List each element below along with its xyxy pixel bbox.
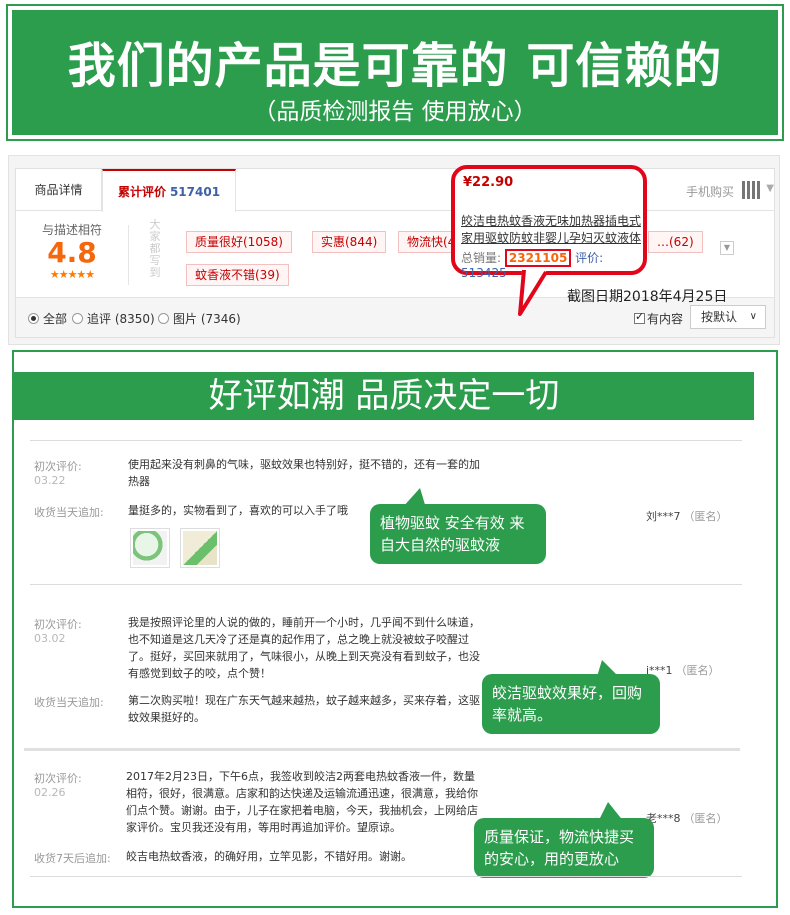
photo-image xyxy=(183,531,217,565)
reviews-section: 好评如潮 品质决定一切 初次评价: 03.22 使用起来没有刺鼻的气味，驱蚊效果… xyxy=(12,350,778,908)
highlight-bubble: 质量保证，物流快捷买的安心，用的更放心 xyxy=(474,818,654,878)
radio-icon xyxy=(28,313,39,324)
first-review-date: 03.02 xyxy=(34,632,66,645)
review-label: 评价: xyxy=(575,251,604,265)
review-text: 使用起来没有刺鼻的气味，驱蚊效果也特别好，挺不错的，还有一套的加热器 xyxy=(128,458,480,488)
review-screenshot: 商品详情 累计评价 517401 手机购买 ▼ 与描述相符 4.8 ★★★★★ 大… xyxy=(8,155,780,345)
first-review-date: 03.22 xyxy=(34,474,66,487)
filter-followup[interactable]: 追评 (8350) xyxy=(72,310,155,327)
review-text: 2017年2月23日，下午6点，我签收到皎洁2两套电热蚊香液一件，数量相符，很好… xyxy=(126,770,478,834)
followup-label: 收货7天后追加: xyxy=(34,852,111,865)
rating-stars-icon: ★★★★★ xyxy=(49,268,95,281)
reviews-header: 好评如潮 品质决定一切 xyxy=(14,372,754,420)
rating-summary: 与描述相符 4.8 ★★★★★ xyxy=(16,211,128,297)
photo-image xyxy=(133,531,167,565)
impressions-label: 大家都写到 xyxy=(149,218,161,279)
review-count: 517401 xyxy=(169,185,221,199)
has-content-checkbox[interactable]: 有内容 xyxy=(634,310,683,327)
banner-title: 我们的产品是可靠的 可信赖的 xyxy=(67,38,723,94)
screenshot-date: 截图日期2018年4月25日 xyxy=(567,289,728,305)
qr-code-icon[interactable] xyxy=(742,181,760,199)
chevron-down-icon: ∨ xyxy=(749,311,757,322)
callout-tail xyxy=(518,268,548,316)
product-name-link[interactable]: 皎洁电热蚊香液无味加热器插电式家用驱蚊防蚊非婴儿孕妇灭蚊液体 xyxy=(461,213,645,247)
sort-label: 按默认 xyxy=(701,310,738,324)
banner-background: 我们的产品是可靠的 可信赖的 （品质检测报告 使用放心） xyxy=(12,10,778,135)
review-photo[interactable] xyxy=(180,528,220,568)
first-review-label: 初次评价: xyxy=(34,772,82,785)
review-photo[interactable] xyxy=(130,528,170,568)
reviewer-name: 刘***7 xyxy=(646,510,681,523)
product-callout: ¥22.90 皎洁电热蚊香液无味加热器插电式家用驱蚊防蚊非婴儿孕妇灭蚊液体 总销… xyxy=(451,165,647,280)
bubble-tail xyxy=(598,802,624,822)
anonymous-badge: （匿名） xyxy=(675,664,720,677)
highlight-bubble: 植物驱蚊 安全有效 来自大自然的驱蚊液 xyxy=(370,504,546,564)
radio-icon xyxy=(158,313,169,324)
review-value: 513425 xyxy=(461,266,507,280)
impression-tag[interactable]: 蚊香液不错(39) xyxy=(186,264,289,286)
reviewer: 老***8 （匿名） xyxy=(646,810,728,826)
followup-label: 收货当天追加: xyxy=(34,506,104,519)
followup-text: 第二次购买啦！现在广东天气越来越热，蚊子越来越多，买来存着，这驱蚊效果挺好的。 xyxy=(128,694,480,724)
impression-tag[interactable]: 实惠(844) xyxy=(312,231,387,253)
has-content-label: 有内容 xyxy=(647,312,684,326)
chevron-down-icon[interactable]: ▼ xyxy=(720,241,734,255)
review-panel: 商品详情 累计评价 517401 手机购买 ▼ 与描述相符 4.8 ★★★★★ 大… xyxy=(15,168,775,338)
filter-pictures[interactable]: 图片 (7346) xyxy=(158,310,241,327)
radio-icon xyxy=(72,313,83,324)
filter-all[interactable]: 全部 xyxy=(28,310,67,327)
divider xyxy=(30,584,742,585)
reviewer: j***1 （匿名） xyxy=(646,662,720,678)
sales-value: 2321105 xyxy=(504,249,572,267)
filter-all-label: 全部 xyxy=(43,312,68,326)
followup-label: 收货当天追加: xyxy=(34,696,104,709)
impression-tag[interactable]: …(62) xyxy=(648,231,703,253)
bubble-tail xyxy=(596,660,622,680)
mobile-buy-link[interactable]: 手机购买 xyxy=(686,183,734,200)
tab-bar: 商品详情 累计评价 517401 手机购买 ▼ xyxy=(16,169,774,212)
first-review-date: 02.26 xyxy=(34,786,66,799)
rating-value: 4.8 xyxy=(47,236,97,269)
first-review-label: 初次评价: xyxy=(34,460,82,473)
followup-text: 皎吉电热蚊香液，的确好用，立竿见影，不错好用。谢谢。 xyxy=(126,850,412,863)
banner-subtitle: （品质检测报告 使用放心） xyxy=(253,99,537,125)
first-review-label: 初次评价: xyxy=(34,618,82,631)
top-banner: 我们的产品是可靠的 可信赖的 （品质检测报告 使用放心） xyxy=(6,4,784,141)
divider xyxy=(128,225,129,285)
checkbox-icon xyxy=(634,310,645,324)
divider xyxy=(30,876,742,877)
chevron-down-icon[interactable]: ▼ xyxy=(766,183,774,194)
reviewer: 刘***7 （匿名） xyxy=(646,508,728,524)
sort-select[interactable]: 按默认 ∨ xyxy=(690,305,766,329)
tab-reviews[interactable]: 累计评价 517401 xyxy=(102,169,236,212)
divider xyxy=(24,748,740,751)
review-text: 我是按照评论里的人说的做的，睡前开一个小时，几乎闻不到什么味道，也不知道是这几天… xyxy=(128,616,480,680)
highlight-bubble: 皎洁驱蚊效果好，回购率就高。 xyxy=(482,674,660,734)
sales-label: 总销量: xyxy=(461,251,502,265)
filter-followup-label: 追评 (8350) xyxy=(87,312,155,326)
tab-reviews-label: 累计评价 xyxy=(117,185,166,199)
divider xyxy=(30,440,742,441)
tab-product-details[interactable]: 商品详情 xyxy=(16,169,102,211)
bubble-tail xyxy=(402,488,426,508)
impression-tag[interactable]: 质量很好(1058) xyxy=(186,231,292,253)
anonymous-badge: （匿名） xyxy=(683,812,728,825)
anonymous-badge: （匿名） xyxy=(683,510,728,523)
product-price: ¥22.90 xyxy=(463,175,514,190)
filter-pictures-label: 图片 (7346) xyxy=(173,312,241,326)
